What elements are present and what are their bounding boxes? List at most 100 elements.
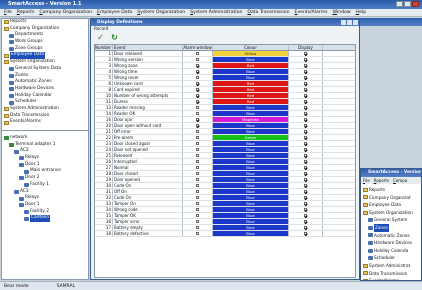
second-instance-tree-item[interactable]: Scheduler: [361, 254, 421, 262]
maximize-button[interactable]: [404, 1, 411, 7]
menu-employee-data[interactable]: Employee Data: [97, 9, 132, 16]
alarm-window-checkbox[interactable]: [195, 123, 200, 128]
alarm-window-checkbox[interactable]: [195, 165, 200, 170]
colour-cell[interactable]: Blue: [213, 147, 289, 152]
display-checkbox[interactable]: [303, 153, 308, 158]
menu-window[interactable]: Window: [333, 9, 351, 16]
alarm-window-checkbox[interactable]: [195, 93, 200, 98]
display-checkbox[interactable]: [303, 105, 308, 110]
menu-reports[interactable]: Reports: [17, 9, 35, 16]
header-number[interactable]: Number: [95, 45, 113, 50]
colour-cell[interactable]: Blue: [213, 165, 289, 170]
colour-cell[interactable]: Blue: [213, 75, 289, 80]
alarm-window-checkbox[interactable]: [195, 231, 200, 236]
menu-file[interactable]: File: [4, 9, 12, 16]
hardware-tree-item[interactable]: AC3: [2, 189, 88, 196]
display-checkbox[interactable]: [303, 213, 308, 218]
header-event[interactable]: Event: [113, 45, 183, 50]
alarm-window-checkbox[interactable]: [195, 75, 200, 80]
hardware-tree-item[interactable]: Relays: [2, 155, 88, 162]
colour-cell[interactable]: Blue: [213, 213, 289, 218]
colour-cell[interactable]: Blue: [213, 57, 289, 62]
colour-cell[interactable]: Blue: [213, 195, 289, 200]
refresh-button[interactable]: ↻: [110, 33, 119, 42]
menu-events-alarms[interactable]: Events/Alarms: [295, 9, 328, 16]
display-checkbox[interactable]: [303, 117, 308, 122]
hardware-tree-item[interactable]: Main entrance: [2, 168, 88, 175]
display-checkbox[interactable]: [303, 51, 308, 56]
module-tree-item[interactable]: Scheduler: [2, 99, 88, 106]
alarm-window-checkbox[interactable]: [195, 195, 200, 200]
display-checkbox[interactable]: [303, 87, 308, 92]
second-instance-tree-item[interactable]: System Administrat: [361, 262, 421, 270]
alarm-window-checkbox[interactable]: [195, 111, 200, 116]
alarm-window-checkbox[interactable]: [195, 213, 200, 218]
colour-cell[interactable]: Blue: [213, 207, 289, 212]
alarm-window-checkbox[interactable]: [195, 171, 200, 176]
alarm-window-checkbox[interactable]: [195, 183, 200, 188]
alarm-window-checkbox[interactable]: [195, 135, 200, 140]
module-tree-item[interactable]: System Organization: [2, 59, 88, 66]
display-checkbox[interactable]: [303, 57, 308, 62]
colour-cell[interactable]: Yellow: [213, 51, 289, 56]
colour-cell[interactable]: Red: [213, 87, 289, 92]
second-instance-menu-compa[interactable]: Compa: [393, 177, 407, 184]
hardware-tree-item[interactable]: AC2: [2, 148, 88, 155]
colour-cell[interactable]: Red: [213, 81, 289, 86]
second-instance-tree-item[interactable]: Data Transmission: [361, 270, 421, 278]
colour-cell[interactable]: Blue: [213, 171, 289, 176]
display-checkbox[interactable]: [303, 81, 308, 86]
alarm-window-checkbox[interactable]: [195, 69, 200, 74]
alarm-window-checkbox[interactable]: [195, 57, 200, 62]
display-checkbox[interactable]: [303, 219, 308, 224]
colour-cell[interactable]: Blue: [213, 177, 289, 182]
display-checkbox[interactable]: [303, 207, 308, 212]
second-instance-tree-item[interactable]: Holiday Calenda: [361, 247, 421, 255]
display-checkbox[interactable]: [303, 201, 308, 206]
hardware-tree-item[interactable]: Door 2: [2, 175, 88, 182]
second-instance-tree-item[interactable]: General System: [361, 216, 421, 224]
hardware-tree-item[interactable]: Facility 1: [2, 182, 88, 189]
menu-company-organization[interactable]: Company Organization: [39, 9, 92, 16]
alarm-window-checkbox[interactable]: [195, 147, 200, 152]
module-tree-item[interactable]: Reports: [2, 19, 88, 26]
hardware-tree-item[interactable]: Door 1: [2, 202, 88, 209]
display-checkbox[interactable]: [303, 135, 308, 140]
module-tree-item[interactable]: Events/Alarms: [2, 119, 88, 126]
second-instance-tree-item[interactable]: Zones: [361, 223, 421, 232]
display-checkbox[interactable]: [303, 159, 308, 164]
display-checkbox[interactable]: [303, 111, 308, 116]
display-checkbox[interactable]: [303, 69, 308, 74]
colour-cell[interactable]: Blue: [213, 183, 289, 188]
hardware-tree-item[interactable]: Relays: [2, 195, 88, 202]
display-checkbox[interactable]: [303, 195, 308, 200]
colour-cell[interactable]: Blue: [213, 189, 289, 194]
display-checkbox[interactable]: [303, 129, 308, 134]
alarm-window-checkbox[interactable]: [195, 87, 200, 92]
alarm-window-checkbox[interactable]: [195, 159, 200, 164]
alarm-window-checkbox[interactable]: [195, 201, 200, 206]
display-checkbox[interactable]: [303, 225, 308, 230]
child-maximize-button[interactable]: [347, 19, 352, 25]
hardware-tree-item[interactable]: Terminal adapter 1: [2, 142, 88, 149]
colour-cell[interactable]: Blue: [213, 231, 289, 236]
second-instance-tree-item[interactable]: Reports: [361, 186, 421, 194]
display-checkbox[interactable]: [303, 93, 308, 98]
child-close-button[interactable]: [353, 19, 358, 25]
display-checkbox[interactable]: [303, 147, 308, 152]
display-checkbox[interactable]: [303, 171, 308, 176]
hardware-tree-item[interactable]: Canteen: [2, 215, 88, 222]
alarm-window-checkbox[interactable]: [195, 207, 200, 212]
table-row[interactable]: 38 Battery defective Blue: [95, 231, 355, 237]
menu-data-transmission[interactable]: Data Transmission: [247, 9, 289, 16]
alarm-window-checkbox[interactable]: [195, 129, 200, 134]
second-instance-tree-item[interactable]: Company Organizat: [361, 194, 421, 202]
colour-cell[interactable]: Blue: [213, 219, 289, 224]
hardware-tree-item[interactable]: network: [2, 135, 88, 142]
alarm-window-checkbox[interactable]: [195, 117, 200, 122]
colour-cell[interactable]: Green: [213, 135, 289, 140]
header-colour[interactable]: Colour: [213, 45, 289, 50]
display-checkbox[interactable]: [303, 183, 308, 188]
module-tree-item[interactable]: Hardware Devices: [2, 86, 88, 93]
second-instance-tree-item[interactable]: Employee Data: [361, 201, 421, 209]
